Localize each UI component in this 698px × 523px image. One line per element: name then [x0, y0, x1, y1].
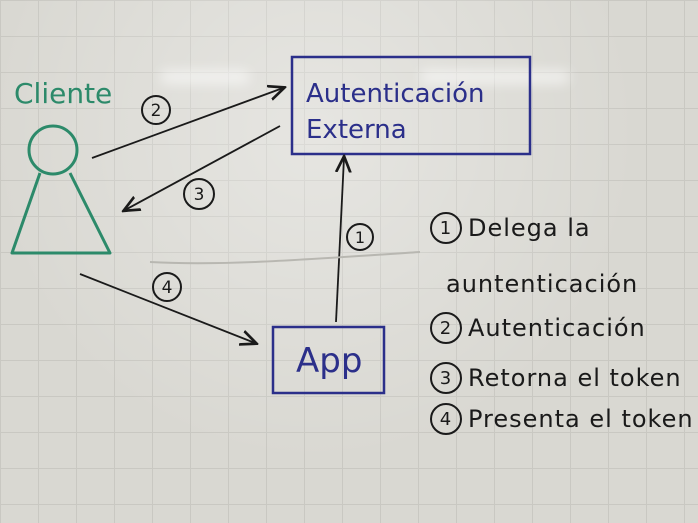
legend-number: 2: [430, 312, 462, 344]
arrow-label-1: 1: [346, 223, 374, 251]
auth-box: Autenticación Externa: [290, 55, 532, 156]
svg-text:2: 2: [151, 101, 162, 121]
client-actor: Cliente: [10, 77, 112, 255]
actor-label: Cliente: [14, 77, 112, 110]
auth-box-line2: Externa: [306, 115, 407, 145]
legend-item-3: 3 Retorna el token: [430, 362, 682, 394]
legend-text: Retorna el token: [468, 364, 682, 392]
legend-text: Presenta el token: [468, 405, 694, 433]
arrow-label-4: 4: [152, 272, 182, 302]
svg-text:3: 3: [194, 185, 205, 205]
legend-number: 4: [430, 403, 462, 435]
svg-text:4: 4: [162, 278, 173, 298]
app-box: App: [271, 325, 386, 395]
legend-number: 3: [430, 362, 462, 394]
actor-body: [10, 172, 112, 255]
actor-head: [27, 124, 79, 176]
app-box-label: App: [296, 341, 362, 381]
legend-item-2: 2 Autenticación: [430, 312, 646, 344]
legend-item-1: 1 Delega la: [430, 212, 591, 244]
arrow-2-client-to-auth: [91, 88, 283, 159]
diagram-canvas: Cliente Autenticación Externa App 2 3 1 …: [10, 55, 532, 395]
arrow-label-3: 3: [183, 178, 215, 210]
legend-item-4: 4 Presenta el token: [430, 403, 694, 435]
arrow-1-app-to-auth: [336, 158, 344, 323]
svg-text:1: 1: [355, 228, 365, 247]
legend-item-1-continued: auntenticación: [446, 270, 638, 298]
legend-text: Autenticación: [468, 314, 646, 342]
smudge-line: [149, 251, 421, 265]
legend-text: Delega la: [468, 214, 591, 242]
whiteboard: Cliente Autenticación Externa App 2 3 1 …: [0, 0, 698, 523]
auth-box-line1: Autenticación: [306, 79, 484, 109]
legend-number: 1: [430, 212, 462, 244]
arrow-label-2: 2: [141, 95, 171, 125]
legend-text: auntenticación: [446, 270, 639, 298]
